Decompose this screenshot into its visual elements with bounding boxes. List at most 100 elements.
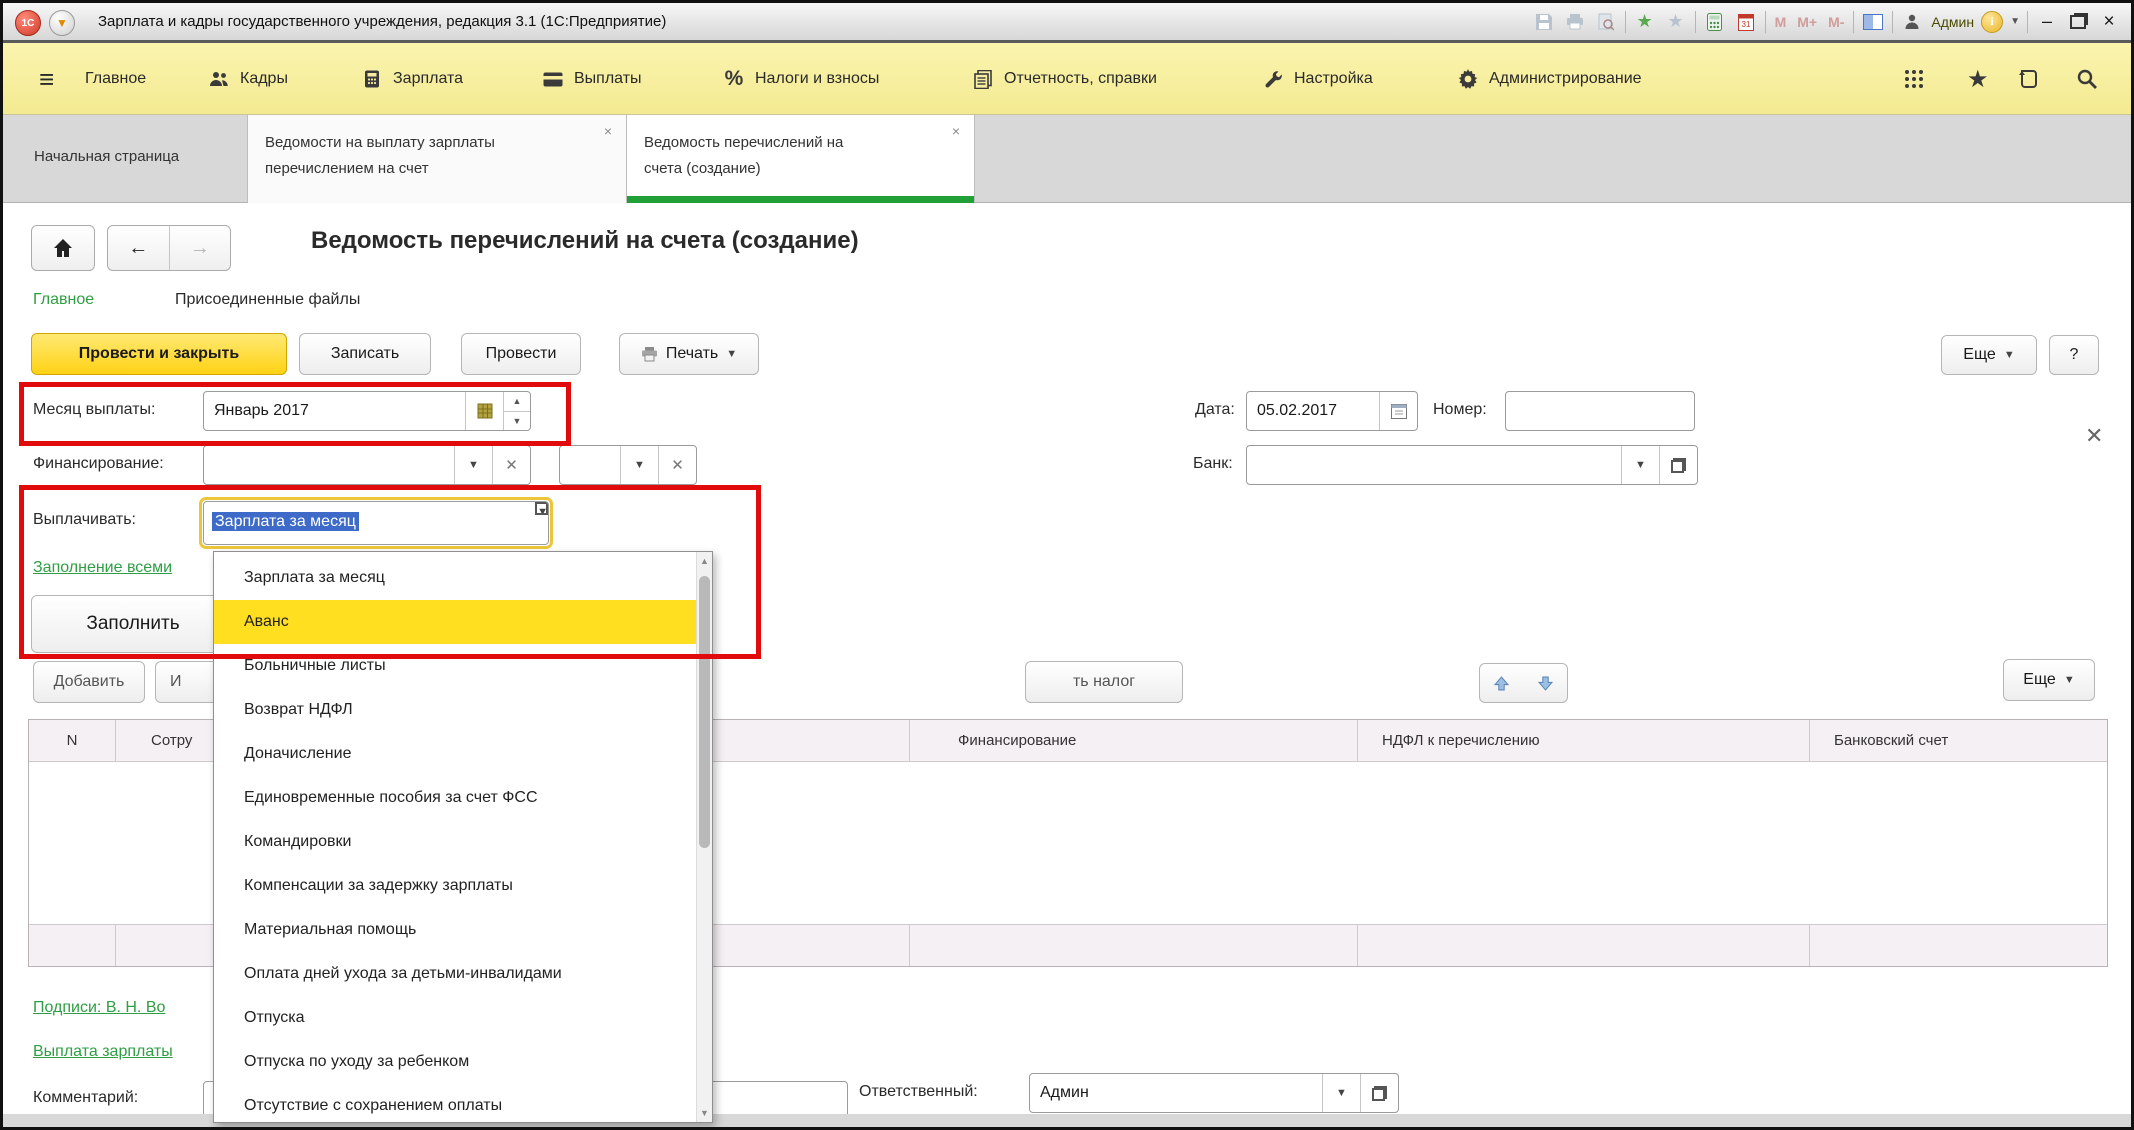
dropdown-scrollbar[interactable]: ▲ ▼ xyxy=(696,552,712,1122)
move-row-up-button[interactable] xyxy=(1479,663,1524,703)
menu-item-settings[interactable]: Настройка xyxy=(1262,43,1373,115)
forward-button[interactable]: → xyxy=(170,226,231,270)
close-button[interactable]: × xyxy=(2097,10,2121,34)
preview-icon[interactable] xyxy=(1594,10,1618,34)
form-nav-main-link[interactable]: Главное xyxy=(33,291,94,309)
add-favorite-icon[interactable]: ★ xyxy=(1633,10,1657,34)
menu-item-reports[interactable]: Отчетность, справки xyxy=(972,43,1157,115)
print-icon[interactable] xyxy=(1563,10,1587,34)
bank-open-icon[interactable] xyxy=(1659,446,1697,484)
dropdown-item[interactable]: Компенсации за задержку зарплаты xyxy=(214,864,696,908)
home-icon xyxy=(54,239,72,257)
scroll-down-icon[interactable]: ▼ xyxy=(697,1108,712,1118)
help-button[interactable]: ? xyxy=(2049,335,2099,375)
dropdown-item[interactable]: Единовременные пособия за счет ФСС xyxy=(214,776,696,820)
tab-payroll-sheets-list[interactable]: Ведомости на выплату зарплаты перечислен… xyxy=(248,115,627,203)
dropdown-item[interactable]: Материальная помощь xyxy=(214,908,696,952)
form-close-icon[interactable]: ✕ xyxy=(2085,423,2103,449)
column-header-ndfl[interactable]: НДФЛ к перечислению xyxy=(1358,720,1810,761)
memory-m-plus-button[interactable]: M+ xyxy=(1795,10,1819,34)
dropdown-item[interactable]: Доначисление xyxy=(214,732,696,776)
financing-extra-field[interactable]: ▼ ✕ xyxy=(559,445,697,485)
print-button[interactable]: Печать ▼ xyxy=(619,333,759,375)
tab-close-icon[interactable]: × xyxy=(952,123,960,139)
financing-clear-icon[interactable]: ✕ xyxy=(492,446,530,484)
save-button[interactable]: Записать xyxy=(299,333,431,375)
column-header-financing[interactable]: Финансирование xyxy=(910,720,1358,761)
dropdown-item[interactable]: Отсутствие с сохранением оплаты xyxy=(214,1084,696,1127)
app-logo-icon[interactable]: 1С xyxy=(15,10,41,36)
menu-item-payments[interactable]: Выплаты xyxy=(542,43,642,115)
menu-item-salary[interactable]: Зарплата xyxy=(361,43,463,115)
dropdown-item[interactable]: Командировки xyxy=(214,820,696,864)
info-dropdown-icon[interactable]: ▼ xyxy=(2010,16,2020,27)
financing-field[interactable]: ▼ ✕ xyxy=(203,445,531,485)
date-field[interactable]: 05.02.2017 xyxy=(1246,391,1418,431)
post-button[interactable]: Провести xyxy=(461,333,581,375)
split-window-icon[interactable] xyxy=(1861,10,1885,34)
dropdown-item[interactable]: Отпуска по уходу за ребенком xyxy=(214,1040,696,1084)
minimize-button[interactable]: – xyxy=(2035,10,2059,34)
search-icon[interactable] xyxy=(2076,43,2098,115)
number-field[interactable] xyxy=(1505,391,1695,431)
menu-item-taxes[interactable]: % Налоги и взносы xyxy=(723,43,880,115)
pay-type-field[interactable]: Зарплата за месяц ▼ xyxy=(203,501,549,545)
post-and-close-button[interactable]: Провести и закрыть xyxy=(31,333,287,375)
financing-extra-clear-icon[interactable]: ✕ xyxy=(658,446,696,484)
main-menu-hamburger-icon[interactable]: ≡ xyxy=(39,43,54,115)
restore-button[interactable] xyxy=(2066,10,2090,34)
tab-close-icon[interactable]: × xyxy=(604,123,612,139)
bank-field[interactable]: ▼ xyxy=(1246,445,1698,485)
apps-grid-icon[interactable] xyxy=(1905,43,1923,115)
form-nav-attachments-link[interactable]: Присоединенные файлы xyxy=(175,291,360,309)
responsible-dropdown-icon[interactable]: ▼ xyxy=(1322,1074,1360,1112)
dropdown-item[interactable]: Больничные листы xyxy=(214,644,696,688)
system-menu-chevron-icon[interactable]: ▼ xyxy=(49,10,75,36)
history-icon[interactable] xyxy=(2018,43,2040,115)
menu-item-main[interactable]: Главное xyxy=(85,43,146,115)
scroll-up-icon[interactable]: ▲ xyxy=(697,556,712,566)
responsible-open-icon[interactable] xyxy=(1360,1074,1398,1112)
table-more-button[interactable]: Еще ▼ xyxy=(2003,659,2095,701)
back-button[interactable]: ← xyxy=(108,226,170,270)
tab-transfer-sheet-new[interactable]: Ведомость перечислений на счета (создани… xyxy=(627,115,975,203)
scrollbar-thumb[interactable] xyxy=(699,576,710,848)
column-header-n[interactable]: N xyxy=(29,720,116,761)
memory-m-minus-button[interactable]: M- xyxy=(1826,10,1846,34)
add-row-button[interactable]: Добавить xyxy=(33,661,145,703)
month-list-icon[interactable] xyxy=(465,392,503,430)
month-spinner[interactable]: ▲ ▼ xyxy=(503,392,530,430)
dropdown-item-selected[interactable]: Аванс xyxy=(214,600,696,644)
financing-extra-dropdown-icon[interactable]: ▼ xyxy=(620,446,658,484)
menu-item-hr[interactable]: Кадры xyxy=(208,43,288,115)
favorites-star-icon[interactable]: ★ xyxy=(1967,43,1989,115)
dropdown-item[interactable]: Оплата дней ухода за детьми-инвалидами xyxy=(214,952,696,996)
menu-item-administration[interactable]: Администрирование xyxy=(1457,43,1642,115)
favorites-icon[interactable]: ★ xyxy=(1664,10,1688,34)
form-more-button[interactable]: Еще ▼ xyxy=(1941,335,2037,375)
info-icon[interactable]: i xyxy=(1981,10,2004,33)
move-row-down-button[interactable] xyxy=(1523,663,1568,703)
dropdown-item[interactable]: Зарплата за месяц xyxy=(214,556,696,600)
fill-button[interactable]: Заполнить xyxy=(31,595,235,653)
tab-home-page[interactable]: Начальная страница xyxy=(11,115,248,203)
date-calendar-icon[interactable] xyxy=(1379,392,1417,430)
dropdown-item[interactable]: Возврат НДФЛ xyxy=(214,688,696,732)
calculator-icon[interactable] xyxy=(1703,10,1727,34)
update-tax-button[interactable]: ть налог xyxy=(1025,661,1183,703)
fill-by-all-link[interactable]: Заполнение всеми xyxy=(33,559,172,577)
arrow-up-icon xyxy=(1494,675,1509,690)
financing-dropdown-icon[interactable]: ▼ xyxy=(454,446,492,484)
save-icon[interactable] xyxy=(1532,10,1556,34)
payroll-payment-link[interactable]: Выплата зарплаты xyxy=(33,1043,173,1061)
column-header-bank-account[interactable]: Банковский счет xyxy=(1810,720,2107,761)
signatures-link[interactable]: Подписи: В. Н. Во xyxy=(33,999,165,1017)
calendar-icon[interactable]: 31 xyxy=(1734,10,1758,34)
current-user-label[interactable]: Админ xyxy=(1931,14,1974,30)
memory-m-button[interactable]: M xyxy=(1773,10,1789,34)
dropdown-item[interactable]: Отпуска xyxy=(214,996,696,1040)
bank-dropdown-icon[interactable]: ▼ xyxy=(1621,446,1659,484)
home-button[interactable] xyxy=(31,225,95,271)
responsible-field[interactable]: Админ ▼ xyxy=(1029,1073,1399,1113)
payout-month-field[interactable]: Январь 2017 ▲ ▼ xyxy=(203,391,531,431)
